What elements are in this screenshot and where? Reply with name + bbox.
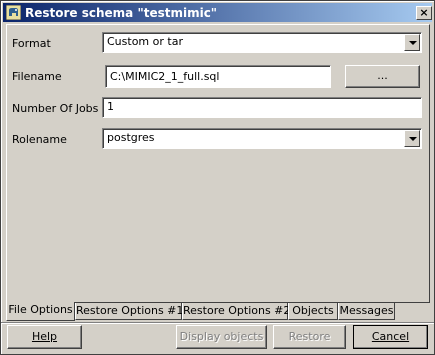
- help-button[interactable]: Help: [7, 325, 82, 349]
- filename-label: Filename: [12, 70, 62, 83]
- footer-separator: [1, 322, 434, 324]
- close-button[interactable]: ×: [416, 6, 432, 20]
- window-title: Restore schema "testmimic": [25, 6, 218, 20]
- tab-file-options[interactable]: File Options: [6, 302, 75, 321]
- filename-value: C:\MIMIC2_1_full.sql: [110, 70, 220, 83]
- tab-messages[interactable]: Messages: [338, 303, 395, 320]
- browse-button[interactable]: ...: [345, 65, 420, 88]
- display-objects-button[interactable]: Display objects: [176, 325, 267, 349]
- format-label: Format: [12, 37, 51, 50]
- help-button-label: Help: [31, 330, 58, 343]
- restore-button[interactable]: Restore: [273, 325, 346, 349]
- rolename-value: postgres: [107, 131, 155, 144]
- cancel-button[interactable]: Cancel: [353, 325, 428, 349]
- chevron-down-icon[interactable]: [404, 130, 420, 147]
- format-select[interactable]: Custom or tar: [102, 32, 422, 53]
- chevron-down-icon[interactable]: [404, 34, 420, 51]
- jobs-label: Number Of Jobs: [12, 102, 99, 115]
- filename-input[interactable]: C:\MIMIC2_1_full.sql: [105, 65, 331, 88]
- format-value: Custom or tar: [107, 35, 183, 48]
- rolename-label: Rolename: [12, 133, 67, 146]
- cancel-button-label: Cancel: [371, 330, 410, 343]
- tab-restore-options-1[interactable]: Restore Options #1: [75, 303, 183, 320]
- title-bar: Restore schema "testmimic" ×: [3, 3, 432, 22]
- tab-restore-options-2[interactable]: Restore Options #2: [182, 303, 290, 320]
- rolename-select[interactable]: postgres: [102, 128, 422, 149]
- restore-dialog: Restore schema "testmimic" × Format Cust…: [0, 0, 435, 355]
- elephant-app-icon: [6, 5, 21, 20]
- jobs-input[interactable]: 1: [102, 97, 422, 118]
- jobs-value: 1: [107, 100, 114, 113]
- tab-objects[interactable]: Objects: [288, 303, 338, 320]
